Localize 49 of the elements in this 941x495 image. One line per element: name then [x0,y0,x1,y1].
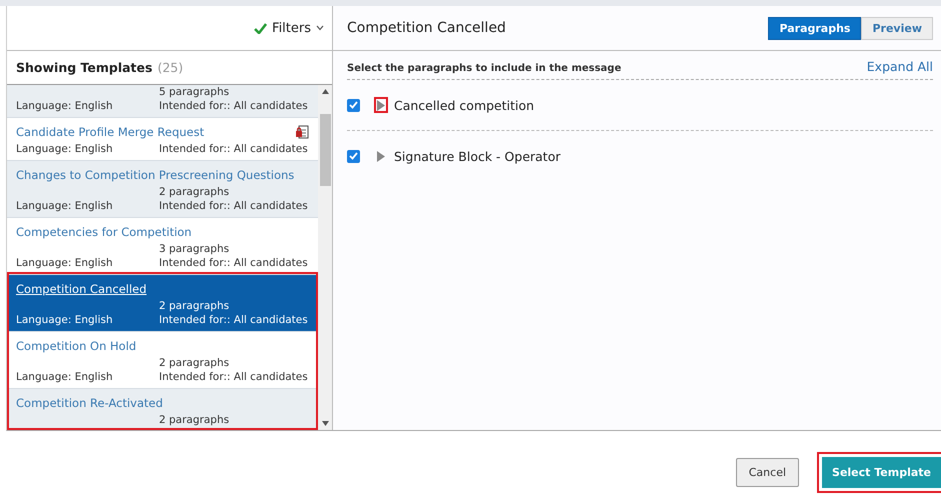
template-item[interactable]: Competition Re-Activated 2 paragraphs [7,389,318,430]
paragraph-count: 2 paragraphs [159,299,230,313]
audience-text: Intended for:: All candidates [159,313,308,327]
template-item[interactable]: Competition Cancelled Language: English 2 paragraphs Intended for:: All candidates [7,275,318,332]
template-heading: Competition Cancelled [347,20,506,36]
view-tab[interactable]: Paragraphs [768,16,862,40]
paragraph-checkbox[interactable] [347,150,360,162]
scroll-down-icon[interactable] [322,421,328,426]
paragraph-count: 2 paragraphs [159,413,230,427]
language-text: Language: English [16,257,113,269]
chevron-down-icon [316,25,324,31]
view-tab[interactable]: Preview [861,16,933,40]
language-text: Language: English [16,371,113,383]
select-template-button[interactable]: Select Template [822,456,941,488]
template-title[interactable]: Competencies for Competition [16,225,192,239]
language-text: Language: English [16,200,113,212]
language-text: Language: English [16,143,113,155]
paragraph-count: 2 paragraphs [159,356,230,370]
template-title[interactable]: Competition Cancelled [16,282,147,296]
paragraph-checkbox[interactable] [347,98,360,112]
paragraph-count: 5 paragraphs [159,85,230,99]
paragraph-title: Signature Block - Operator [394,148,560,164]
instruction-text: Select the paragraphs to include in the message [347,63,622,74]
expand-toggle[interactable] [374,97,388,113]
cancel-button[interactable]: Cancel [736,458,800,486]
scroll-thumb[interactable] [320,114,330,186]
paragraph-count: 3 paragraphs [159,242,230,256]
template-item[interactable]: Language: English 5 paragraphs Intended for:: All candidates [7,85,318,118]
audience-text: Intended for:: All candidates [159,142,308,156]
template-count: (25) [157,60,184,75]
audience-text: Intended for:: All candidates [159,199,308,213]
template-item[interactable]: Changes to Competition Prescreening Questions Language: English 2 paragraphs Intended for:: All candidates [7,161,318,218]
audience-text: Intended for:: All candidates [159,256,308,270]
scrollbar[interactable] [318,85,332,430]
language-text: Language: English [16,100,113,112]
template-title[interactable]: Competition Re-Activated [16,396,163,410]
template-title[interactable]: Changes to Competition Prescreening Questions [16,168,294,182]
list-title: Showing Templates [16,60,152,75]
template-title[interactable]: Competition On Hold [16,339,136,353]
filters-button[interactable]: Filters [254,20,324,36]
paragraph-count: 2 paragraphs [159,185,230,199]
audience-text: Intended for:: All candidates [159,370,308,384]
expand-all-link[interactable]: Expand All [866,59,933,74]
language-text: Language: English [16,314,113,326]
scroll-up-icon[interactable] [322,89,328,94]
template-title[interactable]: Candidate Profile Merge Request [16,125,204,139]
check-icon [254,22,268,34]
paragraph-title: Cancelled competition [394,98,534,112]
audience-text: Intended for:: All candidates [159,99,308,113]
